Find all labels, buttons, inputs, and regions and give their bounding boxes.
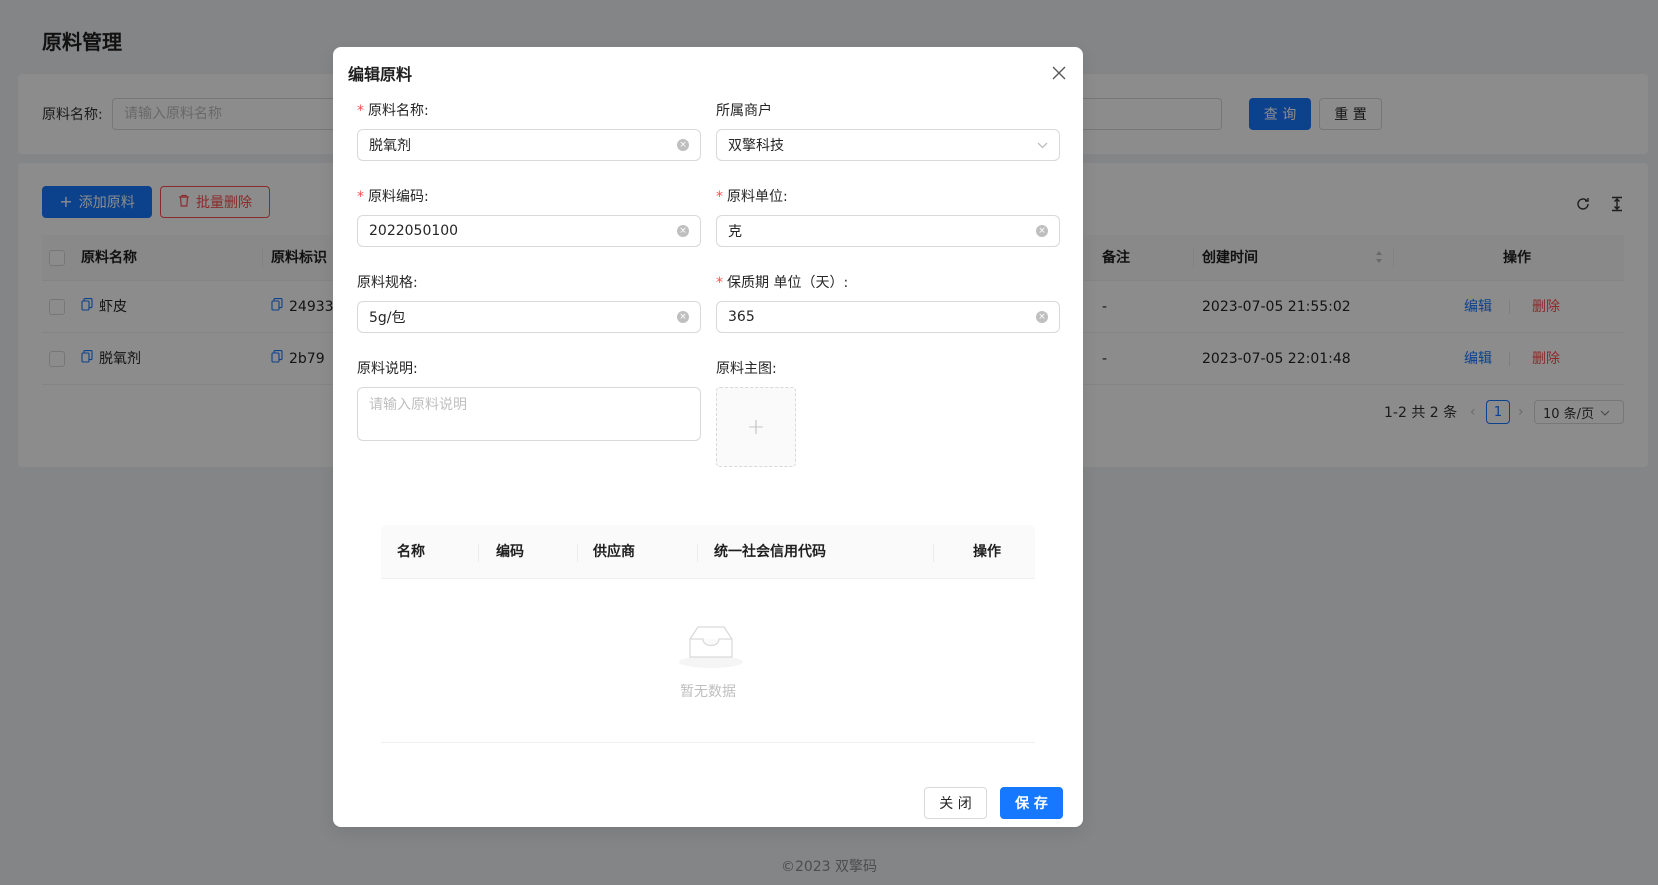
code-field[interactable]: 2022050100 × (357, 215, 701, 247)
shelf-life-label: * 保质期 单位（天）: (716, 272, 848, 292)
code-label-text: 原料编码: (368, 189, 429, 205)
name-label: * 原料名称: (357, 100, 429, 120)
name-label-text: 原料名称: (368, 103, 429, 119)
image-label: 原料主图: (716, 361, 777, 377)
required-mark: * (716, 189, 723, 205)
unit-value: 克 (728, 224, 742, 240)
required-mark: * (716, 275, 723, 291)
unit-field[interactable]: 克 × (716, 215, 1060, 247)
image-upload-button[interactable]: + (716, 387, 796, 467)
close-button[interactable]: 关 闭 (924, 787, 987, 819)
edit-material-modal: 编辑原料 * 原料名称: 脱氧剂 × 所属商户 双擎科技 * 原料编码: 20220… (333, 47, 1083, 827)
required-mark: * (357, 189, 364, 205)
col-divider (697, 544, 698, 562)
col-supplier-code: 编码 (496, 544, 524, 560)
unit-label-text: 原料单位: (727, 189, 788, 205)
name-value: 脱氧剂 (369, 138, 411, 154)
clear-icon[interactable]: × (677, 225, 689, 237)
clear-icon[interactable]: × (677, 311, 689, 323)
spec-field[interactable]: 5g/包 × (357, 301, 701, 333)
description-label: 原料说明: (357, 361, 418, 377)
name-field[interactable]: 脱氧剂 × (357, 129, 701, 161)
shelf-life-value: 365 (728, 309, 755, 325)
col-divider (478, 544, 479, 562)
col-supplier-name: 名称 (397, 544, 425, 560)
clear-icon[interactable]: × (1036, 311, 1048, 323)
close-icon[interactable] (1047, 61, 1071, 85)
col-divider (933, 544, 934, 562)
spec-value: 5g/包 (369, 310, 406, 326)
description-textarea[interactable]: 请输入原料说明 (357, 387, 701, 441)
unit-label: * 原料单位: (716, 186, 788, 206)
empty-state: 暂无数据 (381, 579, 1035, 743)
col-divider (577, 544, 578, 562)
code-label: * 原料编码: (357, 186, 429, 206)
shelf-life-label-text: 保质期 单位（天）: (727, 275, 849, 291)
clear-icon[interactable]: × (677, 139, 689, 151)
shelf-life-field[interactable]: 365 × (716, 301, 1060, 333)
supplier-table-header: 名称 编码 供应商 统一社会信用代码 操作 (381, 525, 1035, 579)
spec-label: 原料规格: (357, 275, 418, 291)
save-button[interactable]: 保 存 (1000, 787, 1063, 819)
col-supplier-action: 操作 (973, 544, 1001, 560)
col-supplier: 供应商 (593, 544, 635, 560)
clear-icon[interactable]: × (1036, 225, 1048, 237)
empty-text: 暂无数据 (680, 684, 736, 700)
required-mark: * (357, 103, 364, 119)
plus-icon: + (746, 414, 766, 440)
col-credit-code: 统一社会信用代码 (714, 544, 826, 560)
merchant-label: 所属商户 (716, 103, 772, 119)
modal-title: 编辑原料 (348, 65, 413, 84)
merchant-value: 双擎科技 (728, 138, 784, 154)
empty-inbox-icon (679, 623, 743, 673)
code-value: 2022050100 (369, 223, 459, 239)
merchant-select[interactable]: 双擎科技 (716, 129, 1060, 161)
chevron-down-icon (1037, 137, 1048, 153)
